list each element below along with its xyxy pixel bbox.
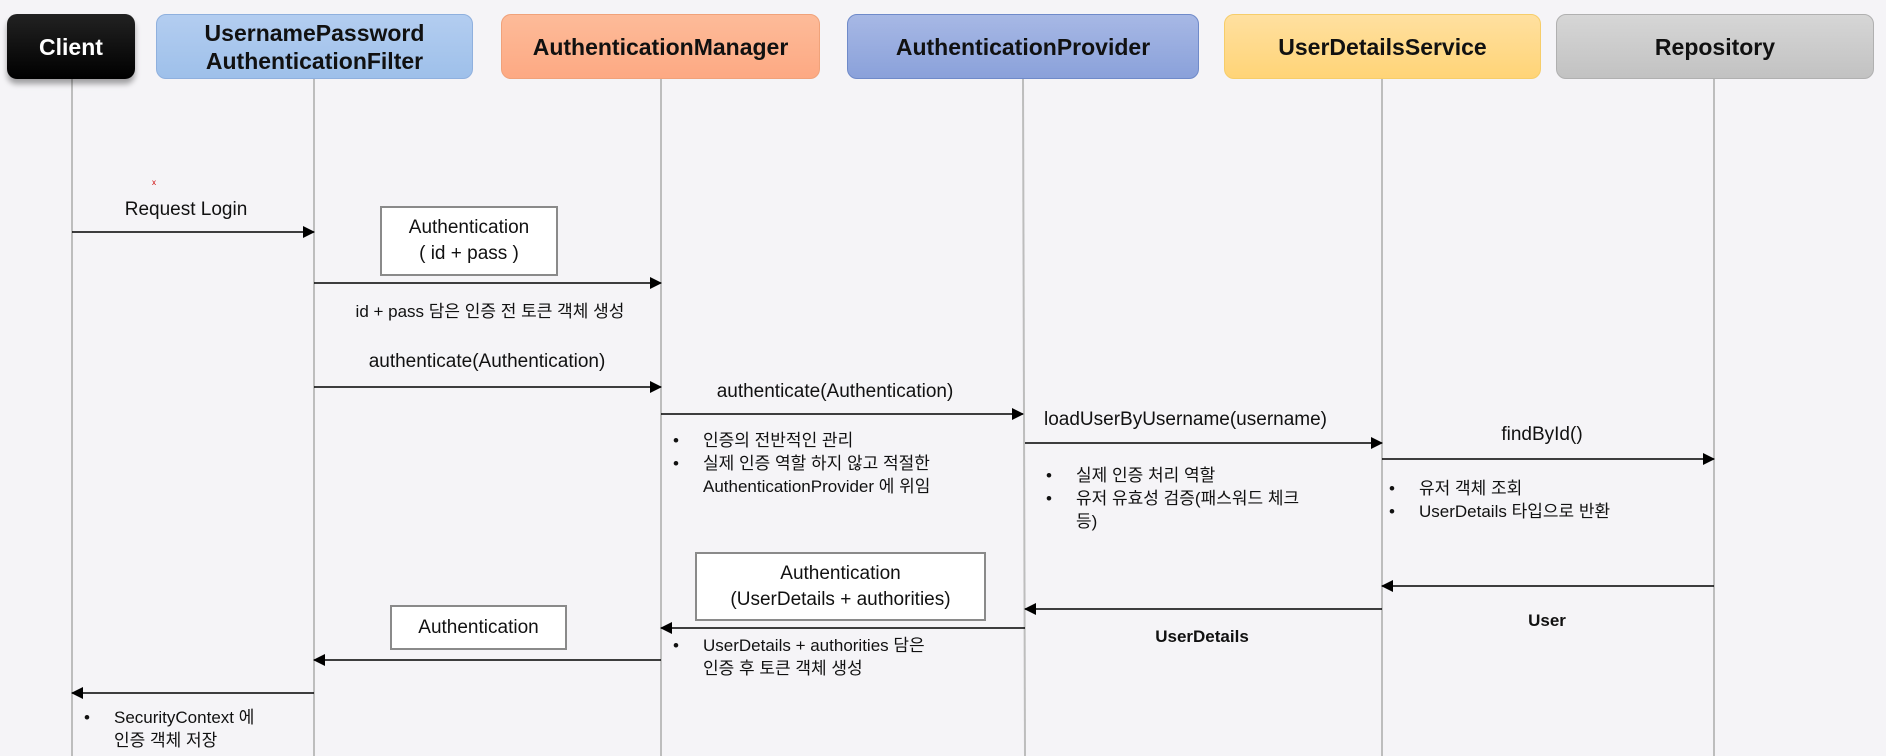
note-line: 유저 객체 조회 <box>1419 479 1523 498</box>
note-provider: • 실제 인증 처리 역할 • 유저 유효성 검증(패스워드 체크 등) <box>1046 464 1299 533</box>
bullet: • <box>1046 489 1052 508</box>
token-box-after-auth: Authentication (UserDetails + authoritie… <box>695 552 986 621</box>
token-box-detail: ( id + pass ) <box>419 243 519 264</box>
participant-uds: UserDetailsService <box>1224 14 1541 79</box>
note-line: UserDetails 타입으로 반환 <box>1419 502 1611 521</box>
participant-provider: AuthenticationProvider <box>847 14 1199 79</box>
note-manager: • 인증의 전반적인 관리 • 실제 인증 역할 하지 않고 적절한 Authent… <box>673 429 930 498</box>
label-find-by-id: findById() <box>1501 424 1583 445</box>
note-client: • SecurityContext 에 인증 객체 저장 <box>84 706 254 752</box>
label-token-note: id + pass 담은 인증 전 토큰 객체 생성 <box>355 302 625 321</box>
bullet: • <box>84 708 90 727</box>
label-return-user-details: UserDetails <box>1155 627 1249 646</box>
note-line: SecurityContext 에 <box>114 708 255 727</box>
token-box-authentication: Authentication <box>390 605 567 650</box>
bullet: • <box>1046 466 1052 485</box>
participant-client: Client <box>7 14 135 79</box>
cursor-mark-icon: x <box>152 178 156 187</box>
sequence-lines: x <box>71 78 1715 756</box>
label-authenticate-2: authenticate(Authentication) <box>716 381 954 402</box>
token-box-detail: (UserDetails + authorities) <box>730 588 951 610</box>
lifeline-provider <box>1022 78 1026 756</box>
label-load-user: loadUserByUsername(username) <box>1044 409 1327 430</box>
label-return-user: User <box>1528 611 1566 630</box>
note-line: 유저 유효성 검증(패스워드 체크 <box>1076 489 1300 508</box>
label-authenticate-1: authenticate(Authentication) <box>368 351 606 372</box>
label-request-login: Request Login <box>124 199 248 220</box>
bullet: • <box>673 454 679 473</box>
bullet: • <box>673 636 679 655</box>
bullet: • <box>1389 479 1395 498</box>
token-box-title: Authentication <box>780 562 901 584</box>
note-line: UserDetails + authorities 담은 <box>703 636 925 655</box>
token-box-title: Authentication <box>408 217 530 238</box>
participant-repo: Repository <box>1556 14 1874 79</box>
participant-manager: AuthenticationManager <box>501 14 820 79</box>
token-box-before-auth: Authentication ( id + pass ) <box>380 206 558 276</box>
token-box-title: Authentication <box>418 616 539 638</box>
note-line: 등) <box>1076 512 1098 531</box>
note-line: AuthenticationProvider 에 위임 <box>703 477 931 496</box>
note-uds: • 유저 객체 조회 • UserDetails 타입으로 반환 <box>1389 477 1610 523</box>
bullet: • <box>673 431 679 450</box>
note-manager-after: • UserDetails + authorities 담은 인증 후 토큰 객체… <box>673 634 925 680</box>
note-line: 인증의 전반적인 관리 <box>703 431 854 450</box>
participant-filter: UsernamePassword AuthenticationFilter <box>156 14 473 79</box>
bullet: • <box>1389 502 1395 521</box>
note-line: 인증 객체 저장 <box>114 731 218 750</box>
note-line: 인증 후 토큰 객체 생성 <box>703 659 863 678</box>
note-line: 실제 인증 역할 하지 않고 적절한 <box>703 454 930 473</box>
note-line: 실제 인증 처리 역할 <box>1076 466 1216 485</box>
